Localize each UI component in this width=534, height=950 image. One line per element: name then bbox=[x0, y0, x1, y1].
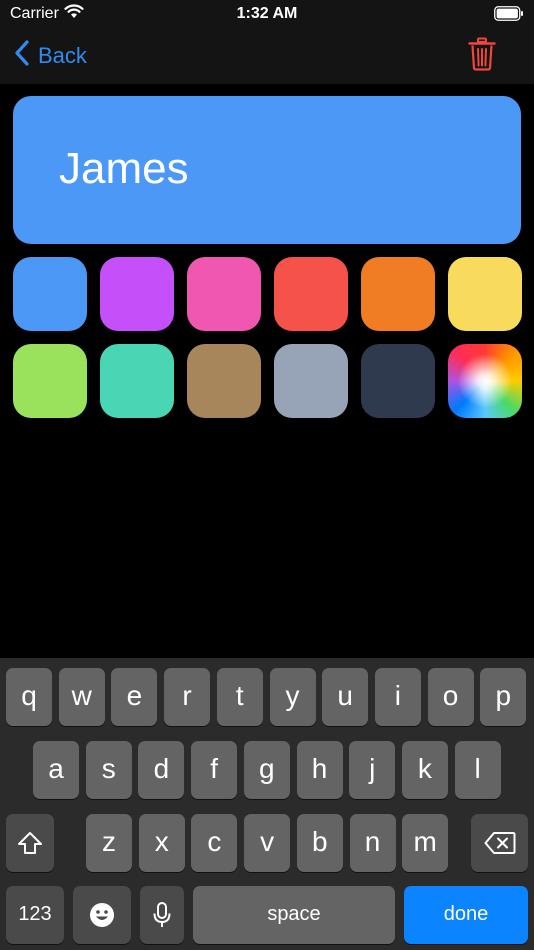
trash-icon bbox=[468, 37, 496, 75]
key-y[interactable]: y bbox=[269, 668, 316, 726]
color-swatch[interactable] bbox=[361, 344, 435, 418]
key-m[interactable]: m bbox=[402, 814, 449, 872]
key-h[interactable]: h bbox=[296, 741, 343, 799]
key-z[interactable]: z bbox=[86, 814, 132, 872]
delete-button[interactable] bbox=[468, 37, 496, 76]
key-b[interactable]: b bbox=[296, 814, 343, 872]
color-swatch[interactable] bbox=[13, 344, 87, 418]
battery-icon bbox=[494, 6, 524, 26]
key-o[interactable]: o bbox=[427, 668, 474, 726]
color-swatch[interactable] bbox=[13, 257, 87, 331]
color-swatch[interactable] bbox=[187, 344, 261, 418]
emoji-key[interactable] bbox=[73, 886, 131, 944]
color-swatch[interactable] bbox=[187, 257, 261, 331]
key-s[interactable]: s bbox=[85, 741, 132, 799]
key-l[interactable]: l bbox=[454, 741, 501, 799]
key-c[interactable]: c bbox=[191, 814, 238, 872]
key-a[interactable]: a bbox=[33, 741, 79, 799]
microphone-icon bbox=[152, 901, 172, 927]
back-button[interactable]: Back bbox=[14, 39, 87, 73]
mic-key[interactable] bbox=[140, 886, 184, 944]
color-swatch[interactable] bbox=[361, 257, 435, 331]
name-field[interactable]: James bbox=[59, 144, 189, 194]
key-j[interactable]: j bbox=[349, 741, 396, 799]
color-swatch[interactable] bbox=[448, 257, 522, 331]
key-t[interactable]: t bbox=[216, 668, 263, 726]
key-i[interactable]: i bbox=[374, 668, 421, 726]
color-swatch[interactable] bbox=[100, 344, 174, 418]
status-bar: Carrier 1:32 AM bbox=[0, 0, 534, 28]
key-d[interactable]: d bbox=[138, 741, 185, 799]
key-p[interactable]: p bbox=[480, 668, 527, 726]
keyboard: 123 space done qwertyuiop asdfghjkl zxcvbn… bbox=[0, 658, 534, 950]
key-x[interactable]: x bbox=[138, 814, 185, 872]
key-q[interactable]: q bbox=[6, 668, 52, 726]
done-key[interactable]: done bbox=[404, 886, 528, 944]
shift-icon bbox=[16, 831, 44, 854]
numbers-key[interactable]: 123 bbox=[6, 886, 64, 944]
color-swatch[interactable] bbox=[100, 257, 174, 331]
key-g[interactable]: g bbox=[243, 741, 290, 799]
key-r[interactable]: r bbox=[164, 668, 211, 726]
key-v[interactable]: v bbox=[244, 814, 291, 872]
key-f[interactable]: f bbox=[191, 741, 238, 799]
color-picker-swatch[interactable] bbox=[448, 344, 522, 418]
key-u[interactable]: u bbox=[322, 668, 369, 726]
key-n[interactable]: n bbox=[349, 814, 396, 872]
chevron-left-icon bbox=[14, 39, 30, 73]
backspace-key[interactable] bbox=[471, 814, 528, 872]
navigation-bar: Back bbox=[0, 28, 534, 84]
name-card[interactable]: James bbox=[13, 96, 521, 244]
backspace-icon bbox=[484, 831, 516, 854]
key-e[interactable]: e bbox=[111, 668, 158, 726]
status-time: 1:32 AM bbox=[236, 5, 298, 22]
shift-key[interactable] bbox=[6, 814, 54, 872]
key-k[interactable]: k bbox=[401, 741, 448, 799]
emoji-icon bbox=[89, 902, 115, 927]
color-swatch[interactable] bbox=[274, 344, 348, 418]
space-key[interactable]: space bbox=[193, 886, 395, 944]
key-w[interactable]: w bbox=[58, 668, 105, 726]
color-swatch[interactable] bbox=[274, 257, 348, 331]
back-label: Back bbox=[38, 43, 87, 68]
